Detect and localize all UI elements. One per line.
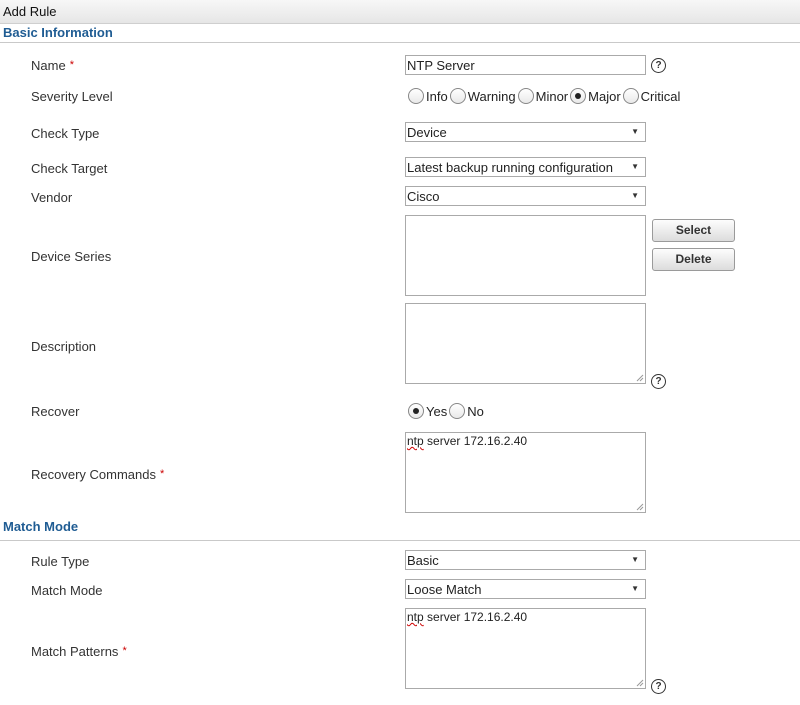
help-icon[interactable]: ?: [651, 58, 666, 73]
name-input[interactable]: NTP Server: [405, 55, 646, 75]
chevron-down-icon: ▼: [631, 191, 639, 200]
severity-radio-group: Info Warning Minor Major Critical: [408, 88, 682, 104]
description-textarea[interactable]: [405, 303, 646, 384]
severity-option-major[interactable]: Major: [570, 88, 621, 104]
vendor-select[interactable]: Cisco ▼: [405, 186, 646, 206]
select-value: Cisco: [407, 189, 440, 204]
check-type-select[interactable]: Device ▼: [405, 122, 646, 142]
radio-icon[interactable]: [449, 88, 466, 104]
recover-label: Recover: [31, 404, 80, 419]
severity-option-minor[interactable]: Minor: [517, 88, 569, 104]
radio-label: Warning: [467, 88, 516, 104]
delete-button[interactable]: Delete: [652, 248, 735, 271]
resize-grip-icon[interactable]: [636, 374, 644, 382]
select-value: Device: [407, 125, 447, 140]
match-patterns-textarea[interactable]: ntp server 172.16.2.40: [405, 608, 646, 689]
chevron-down-icon: ▼: [631, 555, 639, 564]
select-button[interactable]: Select: [652, 219, 735, 242]
recover-option-yes[interactable]: Yes: [408, 403, 447, 419]
required-marker: *: [160, 468, 165, 480]
severity-option-critical[interactable]: Critical: [622, 88, 681, 104]
section-match-mode: Match Mode: [3, 519, 79, 534]
chevron-down-icon: ▼: [631, 162, 639, 171]
match-patterns-label: Match Patterns *: [31, 644, 127, 659]
severity-option-warning[interactable]: Warning: [449, 88, 516, 104]
dialog-title-bar: Add Rule: [0, 0, 800, 24]
recovery-commands-textarea[interactable]: ntp server 172.16.2.40: [405, 432, 646, 513]
match-patterns-label-text: Match Patterns: [31, 644, 119, 659]
chevron-down-icon: ▼: [631, 584, 639, 593]
resize-grip-icon[interactable]: [636, 503, 644, 511]
required-marker: *: [122, 645, 127, 657]
textarea-value-rest: server 172.16.2.40: [423, 610, 528, 624]
section-divider: [0, 540, 800, 541]
name-label: Name *: [31, 58, 74, 73]
chevron-down-icon: ▼: [631, 127, 639, 136]
textarea-value-rest: server 172.16.2.40: [423, 434, 528, 448]
textarea-value: ntp server 172.16.2.40: [407, 434, 527, 448]
device-series-label: Device Series: [31, 249, 112, 264]
section-basic-information: Basic Information: [3, 25, 113, 40]
radio-icon[interactable]: [622, 88, 639, 104]
dialog-title: Add Rule: [3, 4, 57, 19]
radio-label: Major: [588, 88, 621, 104]
radio-label: Info: [426, 88, 448, 104]
radio-label: No: [467, 403, 484, 419]
resize-grip-icon[interactable]: [636, 679, 644, 687]
rule-type-label: Rule Type: [31, 554, 90, 569]
radio-label: Yes: [426, 403, 448, 419]
recover-radio-group: Yes No: [408, 403, 486, 419]
help-icon[interactable]: ?: [651, 679, 666, 694]
device-series-list[interactable]: [405, 215, 646, 296]
misspelled-word: ntp: [407, 610, 424, 624]
textarea-value: ntp server 172.16.2.40: [407, 610, 527, 624]
radio-selected-icon[interactable]: [408, 403, 424, 419]
recovery-commands-label: Recovery Commands *: [31, 467, 164, 482]
radio-selected-icon[interactable]: [570, 88, 587, 104]
help-icon[interactable]: ?: [651, 374, 666, 389]
radio-label: Critical: [640, 88, 681, 104]
match-mode-label: Match Mode: [31, 583, 103, 598]
select-value: Latest backup running configuration: [407, 160, 613, 175]
rule-type-select[interactable]: Basic ▼: [405, 550, 646, 570]
check-target-select[interactable]: Latest backup running configuration ▼: [405, 157, 646, 177]
recover-option-no[interactable]: No: [449, 403, 484, 419]
required-marker: *: [69, 59, 74, 71]
radio-icon[interactable]: [449, 403, 466, 419]
radio-icon[interactable]: [408, 88, 424, 104]
check-type-label: Check Type: [31, 126, 100, 141]
section-divider: [0, 42, 800, 43]
recovery-commands-label-text: Recovery Commands: [31, 467, 156, 482]
name-label-text: Name: [31, 58, 66, 73]
radio-label: Minor: [535, 88, 569, 104]
check-target-label: Check Target: [31, 161, 108, 176]
severity-option-info[interactable]: Info: [408, 88, 448, 104]
misspelled-word: ntp: [407, 434, 424, 448]
select-value: Basic: [407, 553, 439, 568]
severity-label: Severity Level: [31, 89, 113, 104]
radio-icon[interactable]: [517, 88, 534, 104]
vendor-label: Vendor: [31, 190, 73, 205]
description-label: Description: [31, 339, 97, 354]
match-mode-select[interactable]: Loose Match ▼: [405, 579, 646, 599]
select-value: Loose Match: [407, 582, 482, 597]
